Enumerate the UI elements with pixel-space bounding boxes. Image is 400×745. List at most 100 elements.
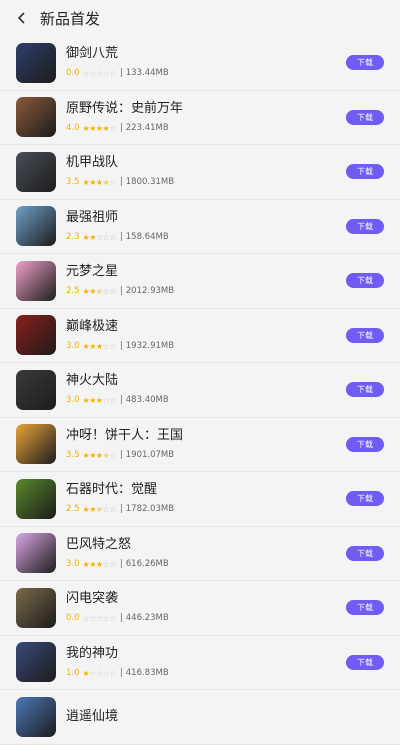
hero-game-icon[interactable]: [16, 206, 56, 247]
list-item[interactable]: 逍遥仙境: [0, 690, 400, 745]
app-name: 御剑八荒: [66, 46, 119, 62]
list-item[interactable]: 我的神功 1.0 ★☆☆☆☆ | 416.83MB 下载: [0, 636, 400, 690]
mech-game-icon[interactable]: [16, 151, 56, 192]
star-rating: ★★☆☆☆: [83, 232, 117, 243]
star-icon: ☆: [109, 123, 116, 133]
partial-game-icon[interactable]: [16, 696, 56, 737]
sword-game-icon[interactable]: [16, 42, 56, 83]
list-item[interactable]: 巅峰极速 3.0 ★★★☆☆ | 1932.91MB 下载: [0, 309, 400, 363]
divider: |: [119, 504, 123, 515]
app-name: 闪电突袭: [66, 591, 119, 607]
app-name: 最强祖师: [66, 209, 119, 225]
divider: |: [119, 449, 123, 460]
star-icon: ☆: [95, 69, 103, 79]
app-meta: 3.5 ★★★★☆ | 1800.31MB: [66, 177, 346, 188]
app-info: 御剑八荒 0.0 ☆☆☆☆☆ | 133.44MB: [66, 46, 346, 79]
star-icon: ☆: [109, 341, 116, 351]
warrior-game-icon[interactable]: [16, 369, 56, 410]
pink-pig-game-icon[interactable]: [16, 533, 56, 574]
file-size: 1901.07MB: [125, 449, 175, 460]
file-size: 1932.91MB: [125, 340, 175, 351]
download-button[interactable]: 下载: [346, 273, 384, 289]
list-item[interactable]: 原野传说：史前万年 4.0 ★★★★☆ | 223.41MB 下载: [0, 91, 400, 145]
app-info: 冲呀！饼干人：王国 3.5 ★★★★☆ | 1901.07MB: [66, 428, 346, 461]
download-button[interactable]: 下载: [346, 436, 384, 452]
star-icon: ☆: [109, 287, 116, 297]
rating-value: 4.0: [66, 122, 80, 133]
app-info: 最强祖师 2.3 ★★☆☆☆ | 158.64MB: [66, 210, 346, 243]
star-icon: ★: [89, 341, 96, 351]
cookie-game-icon[interactable]: [16, 424, 56, 465]
download-button[interactable]: 下载: [346, 545, 384, 561]
list-item[interactable]: 机甲战队 3.5 ★★★★☆ | 1800.31MB 下载: [0, 145, 400, 200]
list-item[interactable]: 最强祖师 2.3 ★★☆☆☆ | 158.64MB 下载: [0, 200, 400, 254]
star-icon: ★: [102, 450, 110, 460]
app-meta: 2.5 ★★★☆☆ | 1782.03MB: [66, 504, 346, 515]
divider: |: [119, 613, 123, 624]
tank-game-icon[interactable]: [16, 587, 56, 628]
racing-car-game-icon[interactable]: [16, 315, 56, 356]
page-title: 新品首发: [40, 9, 101, 28]
app-name: 巴风特之怒: [66, 536, 132, 552]
star-icon: ★: [95, 396, 103, 406]
app-name: 逍遥仙境: [66, 708, 119, 724]
app-info: 我的神功 1.0 ★☆☆☆☆ | 416.83MB: [66, 646, 346, 679]
top-bar: 新品首发: [0, 0, 400, 36]
back-button[interactable]: [12, 8, 32, 28]
download-button[interactable]: 下载: [346, 491, 384, 507]
star-rating: ★★★★☆: [83, 450, 117, 461]
app-info: 原野传说：史前万年 4.0 ★★★★☆ | 223.41MB: [66, 101, 346, 134]
file-size: 223.41MB: [125, 122, 169, 133]
star-icon: ★: [95, 341, 103, 351]
list-item[interactable]: 御剑八荒 0.0 ☆☆☆☆☆ | 133.44MB 下载: [0, 36, 400, 91]
app-name: 机甲战队: [66, 155, 119, 171]
star-icon: ★: [95, 287, 103, 297]
download-button[interactable]: 下载: [346, 218, 384, 234]
list-item[interactable]: 冲呀！饼干人：王国 3.5 ★★★★☆ | 1901.07MB 下载: [0, 418, 400, 472]
app-meta: 3.0 ★★★☆☆ | 616.26MB: [66, 559, 346, 570]
list-item[interactable]: 元梦之星 2.5 ★★★☆☆ | 2012.93MB 下载: [0, 254, 400, 309]
app-info: 机甲战队 3.5 ★★★★☆ | 1800.31MB: [66, 155, 346, 188]
cute-star-game-icon[interactable]: [16, 260, 56, 301]
stone-age-game-icon[interactable]: [16, 478, 56, 519]
star-rating: ★★★☆☆: [83, 504, 117, 515]
download-button[interactable]: 下载: [346, 109, 384, 125]
download-button[interactable]: 下载: [346, 327, 384, 343]
file-size: 1782.03MB: [125, 504, 175, 515]
star-icon: ☆: [109, 396, 116, 406]
file-size: 2012.93MB: [125, 286, 175, 297]
star-icon: ★: [89, 505, 96, 515]
app-name: 神火大陆: [66, 373, 119, 389]
app-name: 原野传说：史前万年: [66, 100, 184, 116]
download-button[interactable]: 下载: [346, 382, 384, 398]
download-button[interactable]: 下载: [346, 654, 384, 670]
divider: |: [119, 231, 123, 242]
divider: |: [119, 177, 123, 188]
rating-value: 2.5: [66, 286, 80, 297]
list-item[interactable]: 闪电突袭 0.0 ☆☆☆☆☆ | 446.23MB 下载: [0, 581, 400, 636]
file-size: 416.83MB: [125, 667, 169, 678]
list-item[interactable]: 石器时代：觉醒 2.5 ★★★☆☆ | 1782.03MB 下载: [0, 472, 400, 527]
list-item[interactable]: 巴风特之怒 3.0 ★★★☆☆ | 616.26MB 下载: [0, 527, 400, 581]
app-info: 石器时代：觉醒 2.5 ★★★☆☆ | 1782.03MB: [66, 482, 346, 515]
star-icon: ☆: [109, 69, 116, 79]
cards-game-icon[interactable]: [16, 642, 56, 683]
crosshair-game-icon[interactable]: [16, 97, 56, 138]
download-button[interactable]: 下载: [346, 164, 384, 180]
app-info: 巅峰极速 3.0 ★★★☆☆ | 1932.91MB: [66, 319, 346, 352]
file-size: 133.44MB: [125, 68, 169, 79]
star-rating: ★★★☆☆: [83, 559, 117, 570]
app-name: 元梦之星: [66, 264, 119, 280]
list-item[interactable]: 神火大陆 3.0 ★★★☆☆ | 483.40MB 下载: [0, 363, 400, 418]
app-meta: 2.3 ★★☆☆☆ | 158.64MB: [66, 232, 346, 243]
download-button[interactable]: 下载: [346, 600, 384, 616]
star-rating: ★★★★☆: [83, 177, 117, 188]
rating-value: 3.5: [66, 449, 80, 460]
rating-value: 2.5: [66, 504, 80, 515]
star-icon: ☆: [95, 232, 103, 242]
download-button[interactable]: 下载: [346, 55, 384, 71]
app-meta: 4.0 ★★★★☆ | 223.41MB: [66, 123, 346, 134]
file-size: 1800.31MB: [125, 177, 175, 188]
app-info: 巴风特之怒 3.0 ★★★☆☆ | 616.26MB: [66, 537, 346, 570]
rating-value: 0.0: [66, 68, 80, 79]
